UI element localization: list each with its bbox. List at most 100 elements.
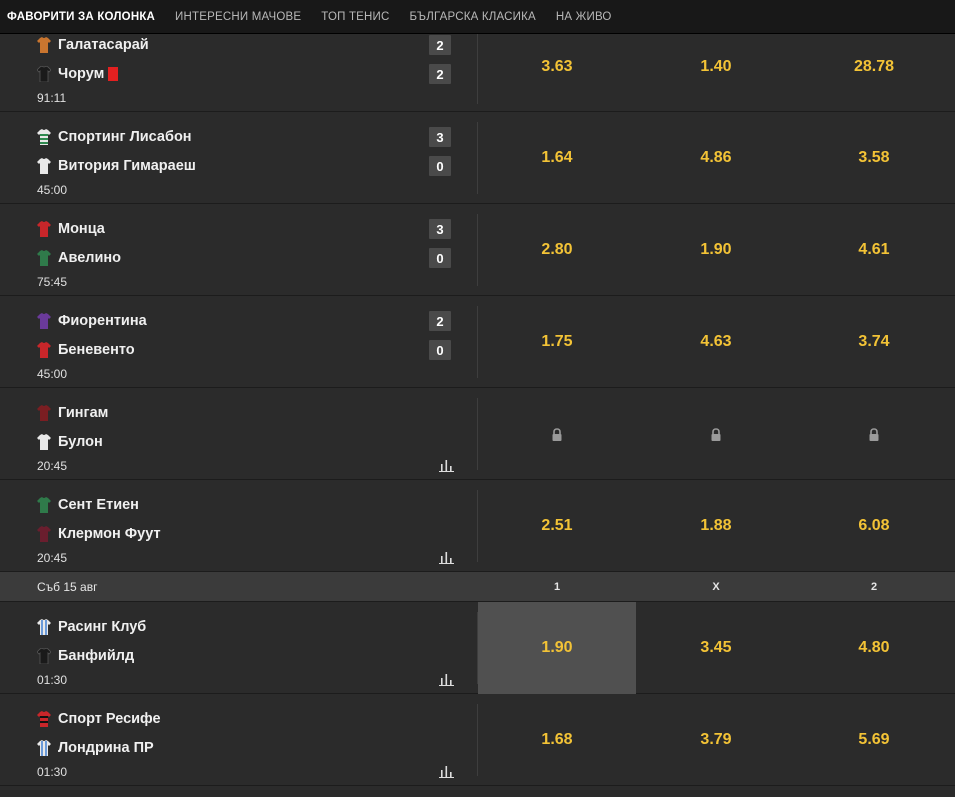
stats-chart-icon[interactable] (439, 458, 454, 472)
odd-draw-button[interactable]: 4.63 (637, 296, 795, 388)
home-team-name: Монца (58, 221, 105, 237)
team-shirt-icon (37, 66, 51, 82)
odd-home-button[interactable]: 1.68 (478, 694, 636, 786)
match-time: 45:00 (37, 183, 68, 197)
team-shirt-icon (37, 250, 51, 266)
away-score: 2 (429, 64, 451, 84)
home-team[interactable]: Фиорентина (37, 311, 147, 331)
home-team[interactable]: Монца (37, 219, 105, 239)
match-row[interactable]: Монца Авелино 3 0 75:45 2.80 1.90 4.61 (0, 204, 955, 296)
match-time: 91:11 (37, 91, 67, 105)
home-team-name: Спорт Ресифе (58, 711, 161, 727)
odd-draw-button[interactable]: 4.86 (637, 112, 795, 204)
home-score: 2 (429, 311, 451, 331)
odd-away-button[interactable]: 6.08 (795, 480, 953, 572)
odd-away-button[interactable]: 28.78 (795, 34, 953, 100)
home-score: 3 (429, 127, 451, 147)
team-shirt-icon (37, 158, 51, 174)
odd-away-button[interactable]: 3.74 (795, 296, 953, 388)
match-row[interactable]: Галатасарай Чорум 2 2 91:11 3.63 1.40 28.78 (0, 34, 955, 112)
home-team-name: Расинг Клуб (58, 619, 147, 635)
away-team[interactable]: Витория Гимараеш (37, 156, 196, 176)
match-row[interactable]: Фиорентина Беневенто 2 0 45:00 1.75 4.63 3.74 (0, 296, 955, 388)
stats-chart-icon[interactable] (439, 764, 454, 778)
away-team[interactable]: Авелино (37, 248, 121, 268)
team-shirt-icon (37, 313, 51, 329)
odd-home-button[interactable]: 2.80 (478, 204, 636, 296)
team-shirt-icon (37, 342, 51, 358)
stats-chart-icon[interactable] (439, 550, 454, 564)
away-team-name: Булон (58, 434, 103, 450)
away-team[interactable]: Булон (37, 432, 103, 452)
odd-home-button[interactable]: 3.63 (478, 34, 636, 100)
team-shirt-icon (37, 497, 51, 513)
home-team-name: Спортинг Лисабон (58, 129, 192, 145)
away-team[interactable]: Банфийлд (37, 646, 134, 666)
match-row[interactable]: Гингам Булон 20:45 (0, 388, 955, 480)
team-shirt-icon (37, 648, 51, 664)
away-team-name: Авелино (58, 250, 121, 266)
away-team[interactable]: Лондрина ПР (37, 738, 154, 758)
odd-draw-button[interactable]: 3.45 (637, 602, 795, 694)
match-row[interactable]: Спортинг Лисабон Витория Гимараеш 3 0 45:00 1… (0, 112, 955, 204)
match-row[interactable]: Расинг Клуб Банфийлд 01:30 1.90 3.45 4.80 (0, 602, 955, 694)
home-score: 3 (429, 219, 451, 239)
away-team-name: Клермон Фуут (58, 526, 161, 542)
lock-icon (551, 427, 563, 441)
odd-draw-button[interactable]: 3.79 (637, 694, 795, 786)
tab-favorites[interactable]: ФАВОРИТИ ЗА КОЛОНКА (0, 0, 165, 34)
odd-draw-button[interactable]: 1.40 (637, 34, 795, 100)
team-shirt-icon (37, 740, 51, 756)
team-shirt-icon (37, 619, 51, 635)
away-team-name: Беневенто (58, 342, 135, 358)
odd-away-button[interactable]: 3.58 (795, 112, 953, 204)
away-team[interactable]: Беневенто (37, 340, 135, 360)
match-time: 01:30 (37, 673, 68, 687)
lock-icon (710, 427, 722, 441)
home-team[interactable]: Расинг Клуб (37, 617, 146, 637)
match-time: 20:45 (37, 551, 68, 565)
home-team[interactable]: Спортинг Лисабон (37, 127, 192, 147)
tab-interesting-matches[interactable]: ИНТЕРЕСНИ МАЧОВЕ (165, 0, 311, 34)
away-team[interactable]: Чорум (37, 64, 119, 84)
odd-home-button[interactable]: 2.51 (478, 480, 636, 572)
match-time: 45:00 (37, 367, 68, 381)
away-team[interactable]: Клермон Фуут (37, 524, 161, 544)
odd-away-button[interactable]: 5.69 (795, 694, 953, 786)
stats-chart-icon[interactable] (439, 672, 454, 686)
team-shirt-icon (37, 434, 51, 450)
home-team[interactable]: Галатасарай (37, 35, 149, 55)
odd-draw-button[interactable]: 1.88 (637, 480, 795, 572)
match-time: 20:45 (37, 459, 68, 473)
home-team[interactable]: Спорт Ресифе (37, 709, 161, 729)
match-time: 75:45 (37, 275, 68, 289)
team-shirt-icon (37, 526, 51, 542)
odd-away-button[interactable]: 4.80 (795, 602, 953, 694)
tab-live[interactable]: НА ЖИВО (546, 0, 622, 34)
odd-home-button[interactable]: 1.75 (478, 296, 636, 388)
odd-draw-button[interactable]: 1.90 (637, 204, 795, 296)
match-row[interactable]: Сент Етиен Клермон Фуут 20:45 2.51 1.88 6.08 (0, 480, 955, 572)
match-row[interactable]: Спорт Ресифе Лондрина ПР 01:30 1.68 3.79 5.69 (0, 694, 955, 786)
team-shirt-icon (37, 221, 51, 237)
date-header: Съб 15 авг 1 X 2 (0, 572, 955, 602)
odd-away-button[interactable]: 4.61 (795, 204, 953, 296)
odd-home-button[interactable]: 1.64 (478, 112, 636, 204)
col-header-2: 2 (870, 580, 878, 593)
match-time: 01:30 (37, 765, 68, 779)
home-team-name: Фиорентина (58, 313, 147, 329)
team-shirt-icon (37, 129, 51, 145)
tab-bulgarian-classic[interactable]: БЪЛГАРСКА КЛАСИКА (400, 0, 546, 34)
tab-top-tennis[interactable]: ТОП ТЕНИС (311, 0, 399, 34)
odd-home-button[interactable]: 1.90 (478, 602, 636, 694)
away-score: 0 (429, 340, 451, 360)
odd-away-locked (795, 388, 953, 480)
team-shirt-icon (37, 405, 51, 421)
away-score: 0 (429, 248, 451, 268)
home-team[interactable]: Гингам (37, 403, 108, 423)
home-team[interactable]: Сент Етиен (37, 495, 139, 515)
match-list: Галатасарай Чорум 2 2 91:11 3.63 1.40 28.78 Спор… (0, 34, 955, 786)
home-team-name: Гингам (58, 405, 109, 421)
col-header-x: X (712, 580, 720, 593)
away-team-name: Витория Гимараеш (58, 158, 196, 174)
